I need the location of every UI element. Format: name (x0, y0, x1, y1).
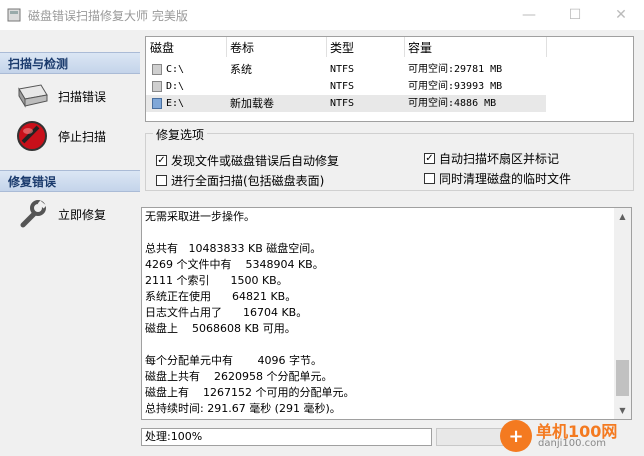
log-line: 日志文件占用了 16704 KB。 (145, 306, 308, 319)
scroll-up-icon[interactable]: ▲ (614, 208, 631, 225)
drive-capacity: 可用空间:29781 MB (408, 64, 503, 75)
log-scrollbar[interactable]: ▲ ▼ (614, 208, 631, 419)
hard-drive-icon (14, 78, 50, 114)
checkbox-checked-icon: ✓ (424, 153, 435, 164)
column-header-type[interactable]: 类型 (330, 39, 354, 56)
drive-list[interactable]: 磁盘 卷标 类型 容量 C:\ 系统 NTFS 可用空间:29781 MB D:… (145, 36, 634, 122)
mark-bad-sectors-label: 自动扫描坏扇区并标记 (439, 152, 560, 166)
log-line: 无需采取进一步操作。 (145, 210, 255, 223)
drive-disk: D:\ (166, 81, 185, 92)
drive-type: NTFS (330, 64, 355, 75)
column-divider (404, 37, 405, 57)
full-scan-checkbox[interactable]: 进行全面扫描(包括磁盘表面) (156, 172, 324, 189)
drive-capacity: 可用空间:93993 MB (408, 81, 503, 92)
column-header-label[interactable]: 卷标 (230, 39, 254, 56)
close-button[interactable]: ✕ (598, 0, 644, 30)
wrench-icon (14, 196, 50, 232)
checkbox-unchecked-icon (156, 175, 167, 186)
repair-options-title: 修复选项 (153, 126, 208, 143)
log-line: 总共有 10483833 KB 磁盘空间。 (145, 242, 322, 255)
watermark-logo-icon: + (500, 420, 532, 452)
watermark: + 单机100网 danji100.com (496, 416, 644, 456)
drive-icon (152, 64, 162, 75)
log-line: 4269 个文件中有 5348904 KB。 (145, 258, 324, 271)
watermark-url: danji100.com (538, 438, 606, 449)
column-divider (226, 37, 227, 57)
drive-type: NTFS (330, 81, 355, 92)
log-line: 总持续时间: 291.67 毫秒 (291 毫秒)。 (145, 402, 341, 415)
scrollbar-thumb[interactable] (616, 360, 629, 396)
sidebar: 扫描与检测 扫描错误 停止扫描 修复错误 立即修复 (0, 48, 140, 456)
scan-error-button[interactable]: 扫描错误 (14, 78, 134, 114)
drive-row-selected[interactable]: E:\ 新加载卷 NTFS 可用空间:4886 MB (146, 95, 546, 112)
log-line: 系统正在使用 64821 KB。 (145, 290, 297, 303)
column-divider (546, 37, 547, 57)
stop-scan-label: 停止扫描 (58, 129, 107, 144)
drive-label: 系统 (230, 63, 252, 76)
drive-type: NTFS (330, 98, 355, 109)
column-header-capacity[interactable]: 容量 (408, 39, 432, 56)
log-line: 2111 个索引 1500 KB。 (145, 274, 288, 287)
repair-now-label: 立即修复 (58, 207, 107, 222)
column-divider (326, 37, 327, 57)
stop-scan-button[interactable]: 停止扫描 (14, 118, 134, 154)
drive-disk: E:\ (166, 98, 185, 109)
scan-error-label: 扫描错误 (58, 89, 107, 104)
stop-icon (14, 118, 50, 154)
log-output[interactable]: 无需采取进一步操作。 总共有 10483833 KB 磁盘空间。 4269 个文… (141, 207, 632, 420)
clean-temp-label: 同时清理磁盘的临时文件 (439, 172, 572, 186)
clean-temp-checkbox[interactable]: 同时清理磁盘的临时文件 (424, 170, 571, 187)
log-line: 每个分配单元中有 4096 字节。 (145, 354, 322, 367)
drive-row[interactable]: D:\ NTFS 可用空间:93993 MB (146, 78, 546, 95)
drive-row[interactable]: C:\ 系统 NTFS 可用空间:29781 MB (146, 61, 546, 78)
log-line: 磁盘上有 1267152 个可用的分配单元。 (145, 386, 355, 399)
log-line: 磁盘上共有 2620958 个分配单元。 (145, 370, 333, 383)
sidebar-section-repair: 修复错误 (0, 170, 140, 192)
drive-icon (152, 98, 162, 109)
sidebar-section-scan: 扫描与检测 (0, 52, 140, 74)
full-scan-label: 进行全面扫描(包括磁盘表面) (171, 174, 325, 188)
maximize-button[interactable]: ☐ (552, 0, 598, 30)
repair-options-group: 修复选项 ✓ 发现文件或磁盘错误后自动修复 进行全面扫描(包括磁盘表面) ✓ 自… (145, 126, 634, 191)
app-icon (7, 8, 21, 22)
drive-label: 新加载卷 (230, 97, 274, 110)
mark-bad-sectors-checkbox[interactable]: ✓ 自动扫描坏扇区并标记 (424, 150, 559, 167)
status-field: 处理:100% (141, 428, 432, 446)
log-line: 磁盘上 5068608 KB 可用。 (145, 322, 296, 335)
column-header-disk[interactable]: 磁盘 (150, 39, 174, 56)
auto-fix-label: 发现文件或磁盘错误后自动修复 (171, 154, 340, 168)
minimize-button[interactable]: — (506, 0, 552, 30)
window-title: 磁盘错误扫描修复大师 完美版 (28, 9, 188, 23)
drive-icon (152, 81, 162, 92)
checkbox-unchecked-icon (424, 173, 435, 184)
auto-fix-checkbox[interactable]: ✓ 发现文件或磁盘错误后自动修复 (156, 152, 339, 169)
drive-disk: C:\ (166, 64, 185, 75)
repair-now-button[interactable]: 立即修复 (14, 196, 134, 232)
drive-capacity: 可用空间:4886 MB (408, 98, 497, 109)
checkbox-checked-icon: ✓ (156, 155, 167, 166)
title-bar: 磁盘错误扫描修复大师 完美版 — ☐ ✕ (0, 0, 644, 30)
